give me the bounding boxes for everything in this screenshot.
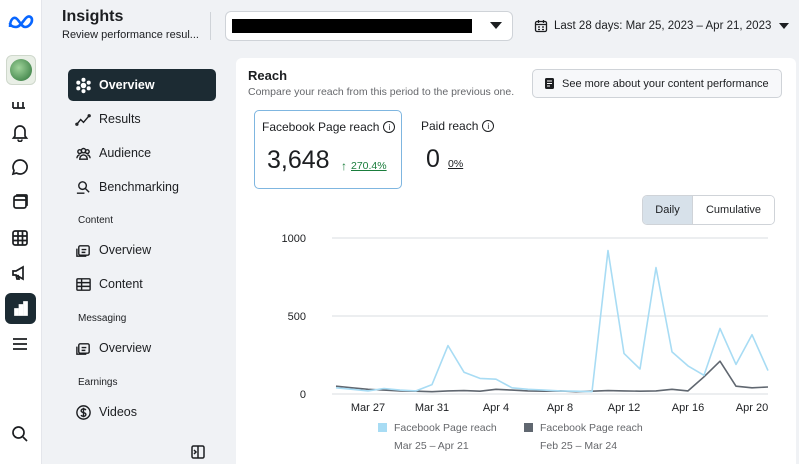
messaging-overview-icon — [76, 342, 90, 355]
x-tick-label: Mar 27 — [351, 402, 385, 414]
bell-icon[interactable] — [8, 120, 32, 144]
insights-bar-chart-icon[interactable] — [5, 293, 36, 324]
page-subtitle: Review performance resul... — [62, 29, 199, 41]
chevron-down-icon — [490, 22, 502, 29]
grid-icon[interactable] — [8, 92, 32, 116]
date-range-label: Last 28 days: Mar 25, 2023 – Apr 21, 202… — [554, 20, 772, 32]
legend-range-current: Mar 25 – Apr 21 — [394, 440, 469, 452]
date-range-caret-icon — [779, 23, 790, 29]
benchmarking-icon — [76, 180, 90, 194]
audience-icon — [76, 147, 91, 160]
nav-benchmarking[interactable]: Benchmarking — [68, 171, 216, 203]
nav-messaging-overview-label: Overview — [99, 341, 152, 355]
legend-range-previous: Feb 25 – Mar 24 — [540, 440, 618, 452]
dollar-icon — [76, 404, 91, 420]
top-header: Insights Review performance resul... Las… — [42, 0, 799, 52]
chat-icon[interactable] — [8, 155, 32, 179]
legend-swatch-current — [378, 423, 387, 432]
nav-videos[interactable]: Videos — [68, 396, 216, 428]
table-icon[interactable] — [8, 226, 32, 250]
asset-selector-dropdown[interactable] — [225, 11, 513, 41]
search-icon[interactable] — [8, 422, 32, 446]
nav-messaging-overview[interactable]: Overview — [68, 332, 216, 364]
content-table-icon — [76, 277, 91, 291]
page-avatar[interactable] — [6, 55, 36, 85]
section-label-earnings: Earnings — [78, 377, 118, 388]
meta-logo-icon[interactable] — [7, 10, 35, 34]
nav-content-overview-label: Overview — [99, 243, 152, 257]
x-tick-label: Mar 31 — [415, 402, 449, 414]
y-tick-label: 500 — [288, 311, 306, 323]
nav-results-label: Results — [99, 112, 141, 126]
section-label-messaging: Messaging — [78, 313, 127, 324]
x-tick-label: Apr 4 — [483, 402, 509, 414]
collapse-sidebar-icon[interactable] — [190, 444, 206, 460]
x-tick-label: Apr 16 — [672, 402, 704, 414]
redacted-asset-name — [232, 19, 472, 33]
date-range-picker[interactable]: Last 28 days: Mar 25, 2023 – Apr 21, 202… — [534, 16, 790, 36]
legend-label-previous: Facebook Page reach — [540, 422, 643, 434]
insights-side-nav: Overview Results Audience Benchmarking C… — [60, 60, 224, 464]
nav-results[interactable]: Results — [68, 103, 216, 135]
nav-overview-label: Overview — [99, 78, 155, 92]
legend-item-previous[interactable]: Facebook Page reach Feb 25 – Mar 24 — [524, 422, 643, 452]
reach-card: Reach Compare your reach from this perio… — [236, 58, 796, 464]
section-label-content: Content — [78, 215, 114, 226]
nav-benchmarking-label: Benchmarking — [99, 180, 179, 194]
nav-content[interactable]: Content — [68, 268, 216, 300]
x-tick-label: Apr 12 — [608, 402, 640, 414]
legend-item-current[interactable]: Facebook Page reach Mar 25 – Apr 21 — [378, 422, 497, 452]
calendar-icon — [534, 20, 548, 33]
page-title: Insights — [62, 8, 124, 25]
y-tick-label: 0 — [300, 389, 306, 401]
legend-label-current: Facebook Page reach — [394, 422, 497, 434]
nav-content-label: Content — [99, 277, 143, 291]
reach-line-chart: 1000 500 0 Mar 27 Mar 31 Apr 4 Apr 8 Apr 12 Apr … — [282, 233, 769, 414]
results-icon — [75, 113, 91, 126]
menu-icon[interactable] — [8, 332, 32, 356]
series-line-previous — [335, 360, 769, 393]
nav-audience[interactable]: Audience — [68, 137, 216, 169]
content-overview-icon — [76, 244, 90, 257]
header-divider — [210, 12, 211, 40]
nav-overview[interactable]: Overview — [68, 69, 216, 101]
nav-videos-label: Videos — [99, 405, 137, 419]
series-line-current — [335, 249, 769, 393]
nav-audience-label: Audience — [99, 146, 152, 160]
megaphone-icon[interactable] — [8, 261, 32, 285]
x-tick-label: Apr 8 — [547, 402, 573, 414]
nav-content-overview[interactable]: Overview — [68, 234, 216, 266]
y-tick-label: 1000 — [282, 233, 306, 245]
left-icon-rail — [0, 0, 42, 464]
legend-swatch-previous — [524, 423, 533, 432]
pages-icon[interactable] — [8, 190, 32, 214]
x-tick-label: Apr 20 — [736, 402, 768, 414]
overview-icon — [76, 77, 91, 93]
